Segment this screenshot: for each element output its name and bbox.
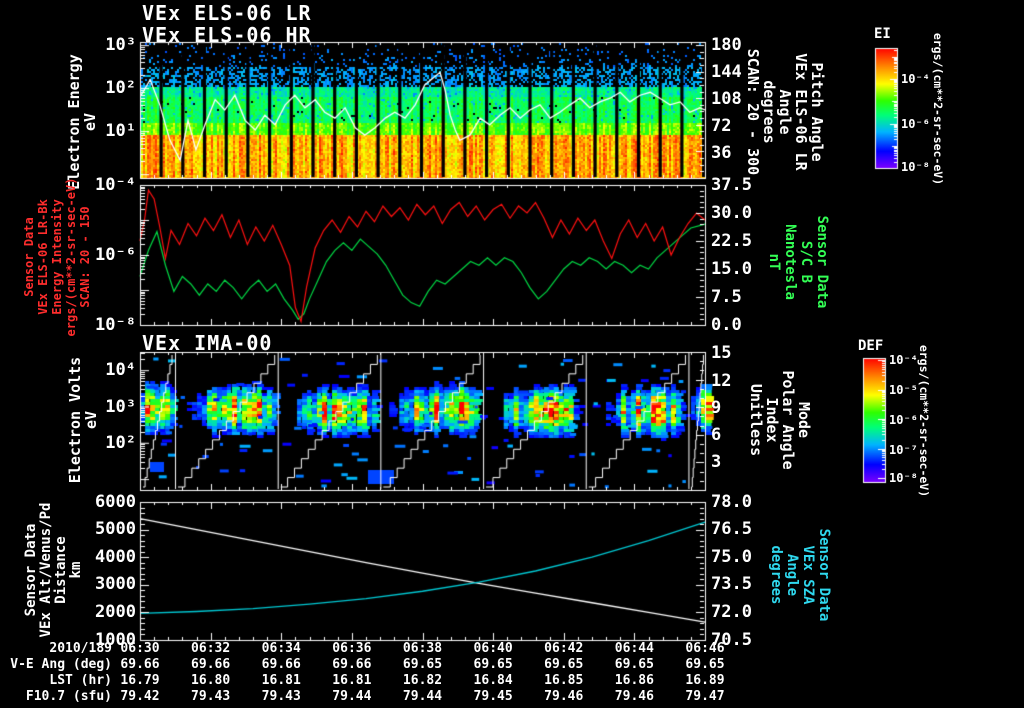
time-label: 06:38 bbox=[402, 641, 443, 656]
time-label: 06:32 bbox=[191, 641, 231, 656]
table-cell: 16.85 bbox=[544, 673, 584, 688]
table-cell: 16.79 bbox=[120, 673, 160, 688]
ima-y-tick: 10² bbox=[105, 433, 136, 453]
ima-index-tick: 12 bbox=[711, 371, 732, 391]
time-label: 06:34 bbox=[261, 641, 301, 656]
row-label-f107: F10.7 (sfu) bbox=[25, 689, 112, 704]
table-cell: 79.44 bbox=[332, 689, 372, 704]
altitude-y-tick: 3000 bbox=[95, 574, 136, 594]
table-cell: 69.66 bbox=[261, 657, 301, 672]
bfield-y-tick: 22.5 bbox=[711, 231, 752, 251]
bfield-y-tick: 30.0 bbox=[711, 203, 752, 223]
table-cell: 69.65 bbox=[473, 657, 513, 672]
bfield-y-tick: 0.0 bbox=[711, 315, 742, 335]
table-cell: 79.47 bbox=[685, 689, 725, 704]
els-pitch-tick: 180 bbox=[711, 35, 742, 55]
els-pitch-tick: 36 bbox=[711, 143, 732, 163]
els-y-tick: 10² bbox=[105, 78, 136, 98]
sza-y-tick: 73.5 bbox=[711, 574, 752, 594]
colorbar-def-tick: 10⁻⁴ bbox=[889, 353, 918, 367]
colorbar-def-tick: 10⁻⁷ bbox=[889, 443, 918, 457]
sza-y-tick: 78.0 bbox=[711, 492, 752, 512]
sza-y-tick: 75.0 bbox=[711, 547, 752, 567]
table-cell: 69.66 bbox=[332, 657, 372, 672]
row-label-ve-ang: V-E Ang (deg) bbox=[10, 657, 112, 672]
intensity-y-tick: 10⁻⁸ bbox=[95, 315, 136, 335]
time-label: 06:44 bbox=[614, 641, 654, 656]
time-label: 06:30 bbox=[120, 641, 160, 656]
table-cell: 79.44 bbox=[402, 689, 443, 704]
intensity-y-tick: 10⁻⁶ bbox=[95, 245, 136, 265]
els-y-tick: 10¹ bbox=[105, 121, 136, 141]
els-title-lr: VEx ELS-06 LR bbox=[142, 1, 312, 25]
altitude-y-tick: 5000 bbox=[95, 519, 136, 539]
ima-y-tick: 10³ bbox=[105, 397, 136, 417]
table-cell: 79.46 bbox=[614, 689, 654, 704]
bfield-y-tick: 15.0 bbox=[711, 259, 752, 279]
table-cell: 79.46 bbox=[544, 689, 584, 704]
time-label: 06:42 bbox=[544, 641, 584, 656]
colorbar-def-tick: 10⁻⁸ bbox=[889, 471, 918, 485]
ima-index-tick: 15 bbox=[711, 343, 732, 363]
intensity-y-tick: 10⁻⁴ bbox=[95, 175, 136, 195]
table-cell: 16.89 bbox=[685, 673, 725, 688]
els-y-tick: 10³ bbox=[105, 35, 136, 55]
table-cell: 69.65 bbox=[402, 657, 443, 672]
bfield-y-tick: 37.5 bbox=[711, 175, 752, 195]
colorbar-ei-title: EI bbox=[874, 26, 891, 42]
table-cell: 79.45 bbox=[473, 689, 513, 704]
ima-index-tick: 6 bbox=[711, 425, 722, 445]
colorbar-ei-tick: 10⁻⁴ bbox=[901, 72, 930, 86]
ima-index-tick: 3 bbox=[711, 452, 722, 472]
altitude-y-tick: 6000 bbox=[95, 492, 136, 512]
els-pitch-tick: 144 bbox=[711, 62, 742, 82]
ima-index-tick: 9 bbox=[711, 398, 722, 418]
els-title-hr: VEx ELS-06 HR bbox=[142, 23, 312, 47]
sza-y-tick: 72.0 bbox=[711, 602, 752, 622]
table-cell: 16.81 bbox=[261, 673, 301, 688]
altitude-y-tick: 4000 bbox=[95, 547, 136, 567]
sza-y-tick: 76.5 bbox=[711, 519, 752, 539]
table-cell: 16.84 bbox=[473, 673, 513, 688]
table-cell: 69.66 bbox=[191, 657, 231, 672]
table-cell: 69.65 bbox=[614, 657, 654, 672]
colorbar-def-units-label: ergs/(cm**2-sr-sec-eV) bbox=[917, 344, 931, 498]
colorbar-def-title: DEF bbox=[858, 338, 884, 354]
table-cell: 16.86 bbox=[614, 673, 654, 688]
table-cell: 79.42 bbox=[120, 689, 160, 704]
colorbar-ei-units-label: ergs/(cm**2-sr-sec-eV) bbox=[931, 32, 945, 186]
ima-y-tick: 10⁴ bbox=[105, 360, 136, 380]
colorbar-ei-tick: 10⁻⁶ bbox=[901, 117, 930, 131]
table-cell: 69.66 bbox=[120, 657, 160, 672]
time-label: 06:46 bbox=[685, 641, 725, 656]
ima-title: VEx IMA-00 bbox=[142, 331, 273, 355]
colorbar-ei-tick: 10⁻⁸ bbox=[901, 160, 930, 174]
table-cell: 69.65 bbox=[544, 657, 584, 672]
els-pitch-tick: 72 bbox=[711, 116, 732, 136]
table-cell: 16.81 bbox=[332, 673, 372, 688]
table-cell: 79.43 bbox=[261, 689, 301, 704]
table-cell: 79.43 bbox=[191, 689, 231, 704]
time-label: 06:40 bbox=[473, 641, 513, 656]
table-cell: 69.65 bbox=[685, 657, 725, 672]
vex-summary-plot: VEx ELS-06 LR VEx ELS-06 HR VEx IMA-00 E… bbox=[0, 0, 1024, 708]
colorbar-def-tick: 10⁻⁶ bbox=[889, 413, 918, 427]
els-pitch-tick: 108 bbox=[711, 89, 742, 109]
table-cell: 16.82 bbox=[402, 673, 443, 688]
row-label-lst: LST (hr) bbox=[49, 673, 112, 688]
time-label: 06:36 bbox=[332, 641, 372, 656]
colorbar-def-tick: 10⁻⁵ bbox=[889, 383, 918, 397]
altitude-y-tick: 2000 bbox=[95, 602, 136, 622]
table-cell: 16.80 bbox=[191, 673, 231, 688]
bfield-y-tick: 7.5 bbox=[711, 287, 742, 307]
